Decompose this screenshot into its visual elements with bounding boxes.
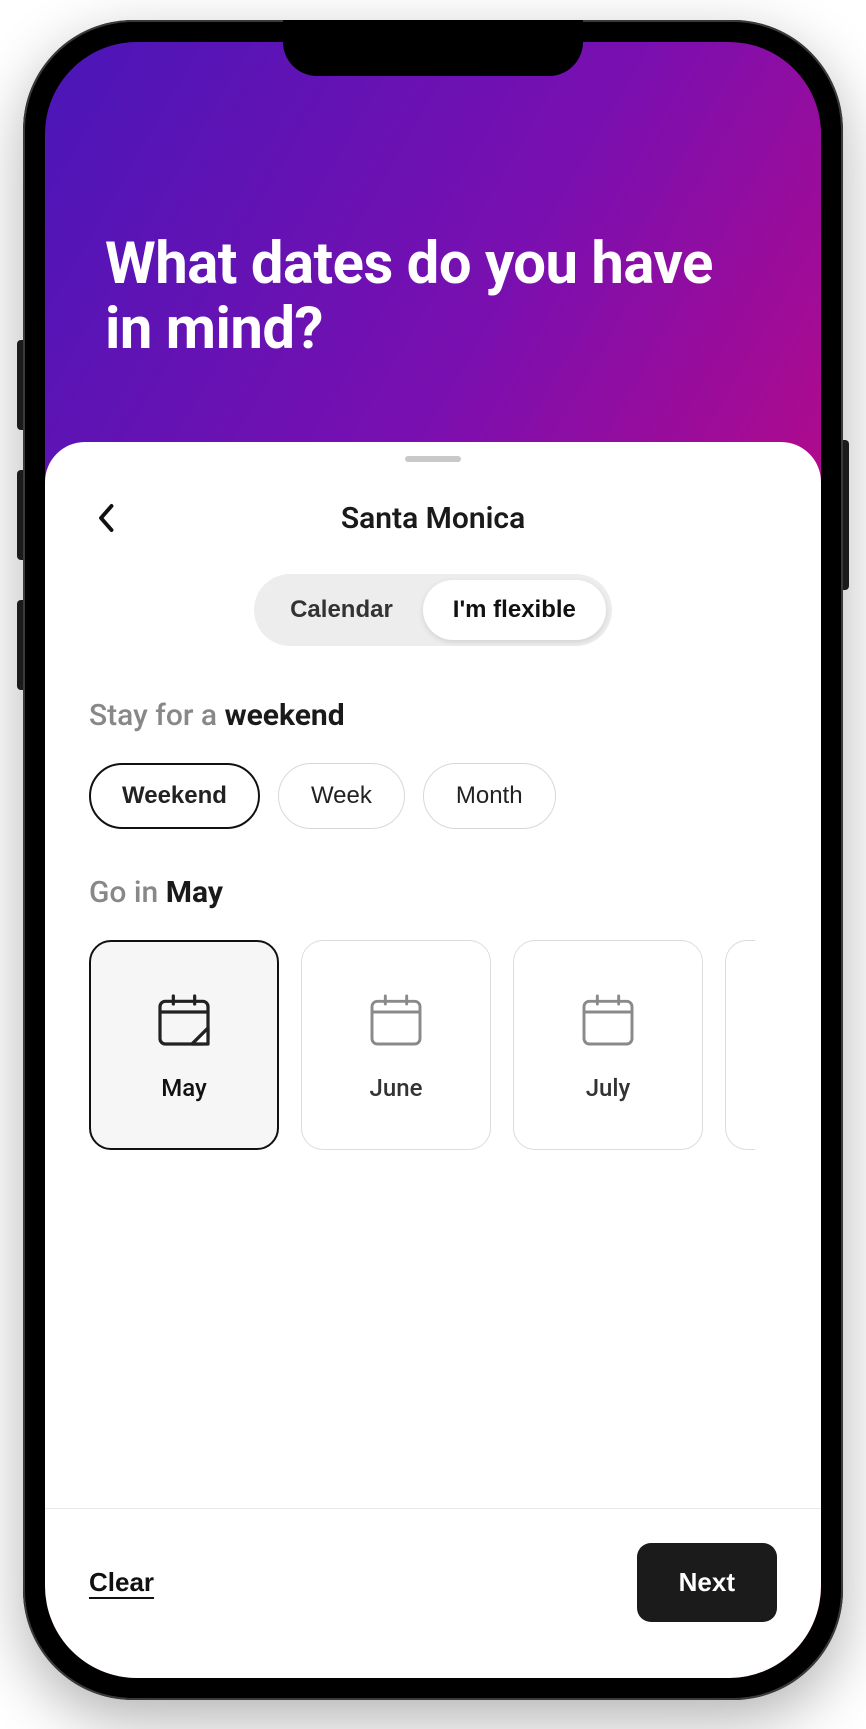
segment-flexible[interactable]: I'm flexible (423, 580, 606, 640)
sheet-content: Stay for a weekend Weekend Week Month Go… (45, 686, 821, 1508)
stay-for-label: Stay for a weekend (89, 698, 777, 733)
calendar-icon (364, 988, 428, 1052)
go-in-label: Go in May (89, 875, 777, 910)
go-prefix: Go in (89, 875, 166, 910)
stay-prefix: Stay for a (89, 698, 225, 733)
sheet-header: Santa Monica (45, 462, 821, 550)
month-card-next-peek[interactable] (725, 940, 755, 1150)
month-card-june[interactable]: June (301, 940, 491, 1150)
go-selected: May (166, 875, 223, 910)
month-card-may[interactable]: May (89, 940, 279, 1150)
month-card-july[interactable]: July (513, 940, 703, 1150)
date-mode-segmented: Calendar I'm flexible (45, 550, 821, 686)
stay-selected: weekend (225, 698, 345, 733)
device-notch (283, 20, 583, 76)
month-label: July (586, 1074, 631, 1102)
page-title: What dates do you have in mind? (105, 232, 761, 362)
chip-week[interactable]: Week (278, 763, 405, 829)
month-label: May (161, 1074, 207, 1102)
hero: What dates do you have in mind? (45, 42, 821, 422)
sheet-location-title: Santa Monica (45, 501, 821, 536)
chip-weekend[interactable]: Weekend (89, 763, 260, 829)
calendar-icon (152, 988, 216, 1052)
back-button[interactable] (85, 496, 129, 540)
phone-frame: What dates do you have in mind? Santa Mo… (23, 20, 843, 1700)
screen: What dates do you have in mind? Santa Mo… (45, 42, 821, 1678)
month-label: June (370, 1074, 423, 1102)
segment-calendar[interactable]: Calendar (260, 580, 423, 640)
bottom-sheet: Santa Monica Calendar I'm flexible Stay … (45, 442, 821, 1678)
calendar-icon (576, 988, 640, 1052)
clear-button[interactable]: Clear (89, 1567, 154, 1598)
duration-chips: Weekend Week Month (89, 763, 777, 829)
month-cards-row[interactable]: May June (89, 940, 777, 1160)
sheet-footer: Clear Next (45, 1508, 821, 1678)
chevron-left-icon (96, 503, 118, 533)
chip-month[interactable]: Month (423, 763, 556, 829)
next-button[interactable]: Next (637, 1543, 777, 1622)
